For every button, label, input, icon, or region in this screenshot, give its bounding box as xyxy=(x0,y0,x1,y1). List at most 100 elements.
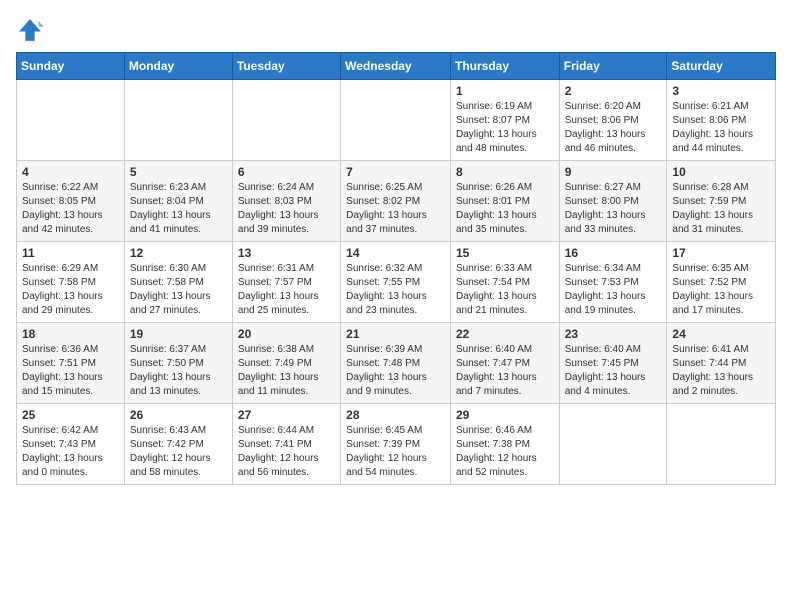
day-header-tuesday: Tuesday xyxy=(232,53,340,80)
calendar-cell xyxy=(17,80,125,161)
day-info: Sunrise: 6:29 AM Sunset: 7:58 PM Dayligh… xyxy=(22,262,119,318)
calendar-cell: 27 Sunrise: 6:44 AM Sunset: 7:41 PM Dayli… xyxy=(232,404,340,485)
calendar-cell: 4 Sunrise: 6:22 AM Sunset: 8:05 PM Daylig… xyxy=(17,161,125,242)
calendar-cell: 26 Sunrise: 6:43 AM Sunset: 7:42 PM Dayli… xyxy=(124,404,232,485)
day-header-monday: Monday xyxy=(124,53,232,80)
day-number: 23 xyxy=(565,327,662,341)
calendar-cell: 9 Sunrise: 6:27 AM Sunset: 8:00 PM Daylig… xyxy=(559,161,667,242)
day-info: Sunrise: 6:34 AM Sunset: 7:53 PM Dayligh… xyxy=(565,262,662,318)
day-number: 29 xyxy=(456,408,554,422)
day-number: 24 xyxy=(672,327,770,341)
day-number: 1 xyxy=(456,84,554,98)
day-info: Sunrise: 6:40 AM Sunset: 7:47 PM Dayligh… xyxy=(456,343,554,399)
day-info: Sunrise: 6:19 AM Sunset: 8:07 PM Dayligh… xyxy=(456,100,554,156)
day-number: 21 xyxy=(346,327,445,341)
day-info: Sunrise: 6:24 AM Sunset: 8:03 PM Dayligh… xyxy=(238,181,335,237)
calendar-cell: 3Sunrise: 6:21 AM Sunset: 8:06 PM Daylig… xyxy=(667,80,776,161)
day-header-friday: Friday xyxy=(559,53,667,80)
calendar-cell: 10 Sunrise: 6:28 AM Sunset: 7:59 PM Dayli… xyxy=(667,161,776,242)
day-info: Sunrise: 6:46 AM Sunset: 7:38 PM Dayligh… xyxy=(456,424,554,480)
calendar-cell: 23 Sunrise: 6:40 AM Sunset: 7:45 PM Dayli… xyxy=(559,323,667,404)
day-header-saturday: Saturday xyxy=(667,53,776,80)
day-info: Sunrise: 6:25 AM Sunset: 8:02 PM Dayligh… xyxy=(346,181,445,237)
day-number: 18 xyxy=(22,327,119,341)
day-number: 11 xyxy=(22,246,119,260)
calendar-cell: 29 Sunrise: 6:46 AM Sunset: 7:38 PM Dayli… xyxy=(450,404,559,485)
day-number: 9 xyxy=(565,165,662,179)
calendar-week-row: 18 Sunrise: 6:36 AM Sunset: 7:51 PM Dayli… xyxy=(17,323,776,404)
day-info: Sunrise: 6:27 AM Sunset: 8:00 PM Dayligh… xyxy=(565,181,662,237)
day-number: 2 xyxy=(565,84,662,98)
day-info: Sunrise: 6:43 AM Sunset: 7:42 PM Dayligh… xyxy=(130,424,227,480)
day-number: 13 xyxy=(238,246,335,260)
day-number: 17 xyxy=(672,246,770,260)
calendar-cell: 21 Sunrise: 6:39 AM Sunset: 7:48 PM Dayli… xyxy=(341,323,451,404)
day-number: 25 xyxy=(22,408,119,422)
day-number: 5 xyxy=(130,165,227,179)
page-header xyxy=(16,16,776,44)
calendar-cell: 24 Sunrise: 6:41 AM Sunset: 7:44 PM Dayli… xyxy=(667,323,776,404)
day-info: Sunrise: 6:33 AM Sunset: 7:54 PM Dayligh… xyxy=(456,262,554,318)
day-number: 20 xyxy=(238,327,335,341)
day-number: 27 xyxy=(238,408,335,422)
calendar-cell xyxy=(124,80,232,161)
day-info: Sunrise: 6:28 AM Sunset: 7:59 PM Dayligh… xyxy=(672,181,770,237)
calendar-cell: 17 Sunrise: 6:35 AM Sunset: 7:52 PM Dayli… xyxy=(667,242,776,323)
day-info: Sunrise: 6:39 AM Sunset: 7:48 PM Dayligh… xyxy=(346,343,445,399)
calendar-cell: 28Sunrise: 6:45 AM Sunset: 7:39 PM Dayli… xyxy=(341,404,451,485)
day-info: Sunrise: 6:38 AM Sunset: 7:49 PM Dayligh… xyxy=(238,343,335,399)
day-info: Sunrise: 6:36 AM Sunset: 7:51 PM Dayligh… xyxy=(22,343,119,399)
calendar-cell: 8 Sunrise: 6:26 AM Sunset: 8:01 PM Daylig… xyxy=(450,161,559,242)
day-info: Sunrise: 6:40 AM Sunset: 7:45 PM Dayligh… xyxy=(565,343,662,399)
day-header-thursday: Thursday xyxy=(450,53,559,80)
calendar-cell xyxy=(341,80,451,161)
day-info: Sunrise: 6:31 AM Sunset: 7:57 PM Dayligh… xyxy=(238,262,335,318)
day-info: Sunrise: 6:42 AM Sunset: 7:43 PM Dayligh… xyxy=(22,424,119,480)
day-number: 3 xyxy=(672,84,770,98)
day-number: 26 xyxy=(130,408,227,422)
logo xyxy=(16,16,48,44)
calendar-cell: 14 Sunrise: 6:32 AM Sunset: 7:55 PM Dayli… xyxy=(341,242,451,323)
day-info: Sunrise: 6:35 AM Sunset: 7:52 PM Dayligh… xyxy=(672,262,770,318)
day-header-sunday: Sunday xyxy=(17,53,125,80)
day-info: Sunrise: 6:26 AM Sunset: 8:01 PM Dayligh… xyxy=(456,181,554,237)
calendar-table: SundayMondayTuesdayWednesdayThursdayFrid… xyxy=(16,52,776,485)
calendar-week-row: 25 Sunrise: 6:42 AM Sunset: 7:43 PM Dayli… xyxy=(17,404,776,485)
calendar-cell: 16 Sunrise: 6:34 AM Sunset: 7:53 PM Dayli… xyxy=(559,242,667,323)
day-info: Sunrise: 6:37 AM Sunset: 7:50 PM Dayligh… xyxy=(130,343,227,399)
calendar-cell: 7Sunrise: 6:25 AM Sunset: 8:02 PM Daylig… xyxy=(341,161,451,242)
day-number: 19 xyxy=(130,327,227,341)
day-info: Sunrise: 6:44 AM Sunset: 7:41 PM Dayligh… xyxy=(238,424,335,480)
day-info: Sunrise: 6:45 AM Sunset: 7:39 PM Dayligh… xyxy=(346,424,445,480)
day-info: Sunrise: 6:32 AM Sunset: 7:55 PM Dayligh… xyxy=(346,262,445,318)
day-number: 8 xyxy=(456,165,554,179)
calendar-cell: 5 Sunrise: 6:23 AM Sunset: 8:04 PM Daylig… xyxy=(124,161,232,242)
logo-icon xyxy=(16,16,44,44)
day-number: 16 xyxy=(565,246,662,260)
day-header-wednesday: Wednesday xyxy=(341,53,451,80)
day-number: 6 xyxy=(238,165,335,179)
calendar-cell xyxy=(559,404,667,485)
calendar-header-row: SundayMondayTuesdayWednesdayThursdayFrid… xyxy=(17,53,776,80)
calendar-cell: 1 Sunrise: 6:19 AM Sunset: 8:07 PM Daylig… xyxy=(450,80,559,161)
day-number: 22 xyxy=(456,327,554,341)
calendar-cell: 6 Sunrise: 6:24 AM Sunset: 8:03 PM Daylig… xyxy=(232,161,340,242)
calendar-cell xyxy=(667,404,776,485)
day-info: Sunrise: 6:23 AM Sunset: 8:04 PM Dayligh… xyxy=(130,181,227,237)
calendar-cell: 15 Sunrise: 6:33 AM Sunset: 7:54 PM Dayli… xyxy=(450,242,559,323)
calendar-cell: 19 Sunrise: 6:37 AM Sunset: 7:50 PM Dayli… xyxy=(124,323,232,404)
day-number: 15 xyxy=(456,246,554,260)
day-number: 4 xyxy=(22,165,119,179)
day-number: 12 xyxy=(130,246,227,260)
calendar-cell: 25 Sunrise: 6:42 AM Sunset: 7:43 PM Dayli… xyxy=(17,404,125,485)
day-info: Sunrise: 6:22 AM Sunset: 8:05 PM Dayligh… xyxy=(22,181,119,237)
day-info: Sunrise: 6:41 AM Sunset: 7:44 PM Dayligh… xyxy=(672,343,770,399)
calendar-cell: 12 Sunrise: 6:30 AM Sunset: 7:58 PM Dayli… xyxy=(124,242,232,323)
calendar-cell: 22 Sunrise: 6:40 AM Sunset: 7:47 PM Dayli… xyxy=(450,323,559,404)
calendar-cell: 2Sunrise: 6:20 AM Sunset: 8:06 PM Daylig… xyxy=(559,80,667,161)
calendar-cell: 13 Sunrise: 6:31 AM Sunset: 7:57 PM Dayli… xyxy=(232,242,340,323)
day-number: 10 xyxy=(672,165,770,179)
day-number: 14 xyxy=(346,246,445,260)
calendar-week-row: 1 Sunrise: 6:19 AM Sunset: 8:07 PM Daylig… xyxy=(17,80,776,161)
day-info: Sunrise: 6:30 AM Sunset: 7:58 PM Dayligh… xyxy=(130,262,227,318)
